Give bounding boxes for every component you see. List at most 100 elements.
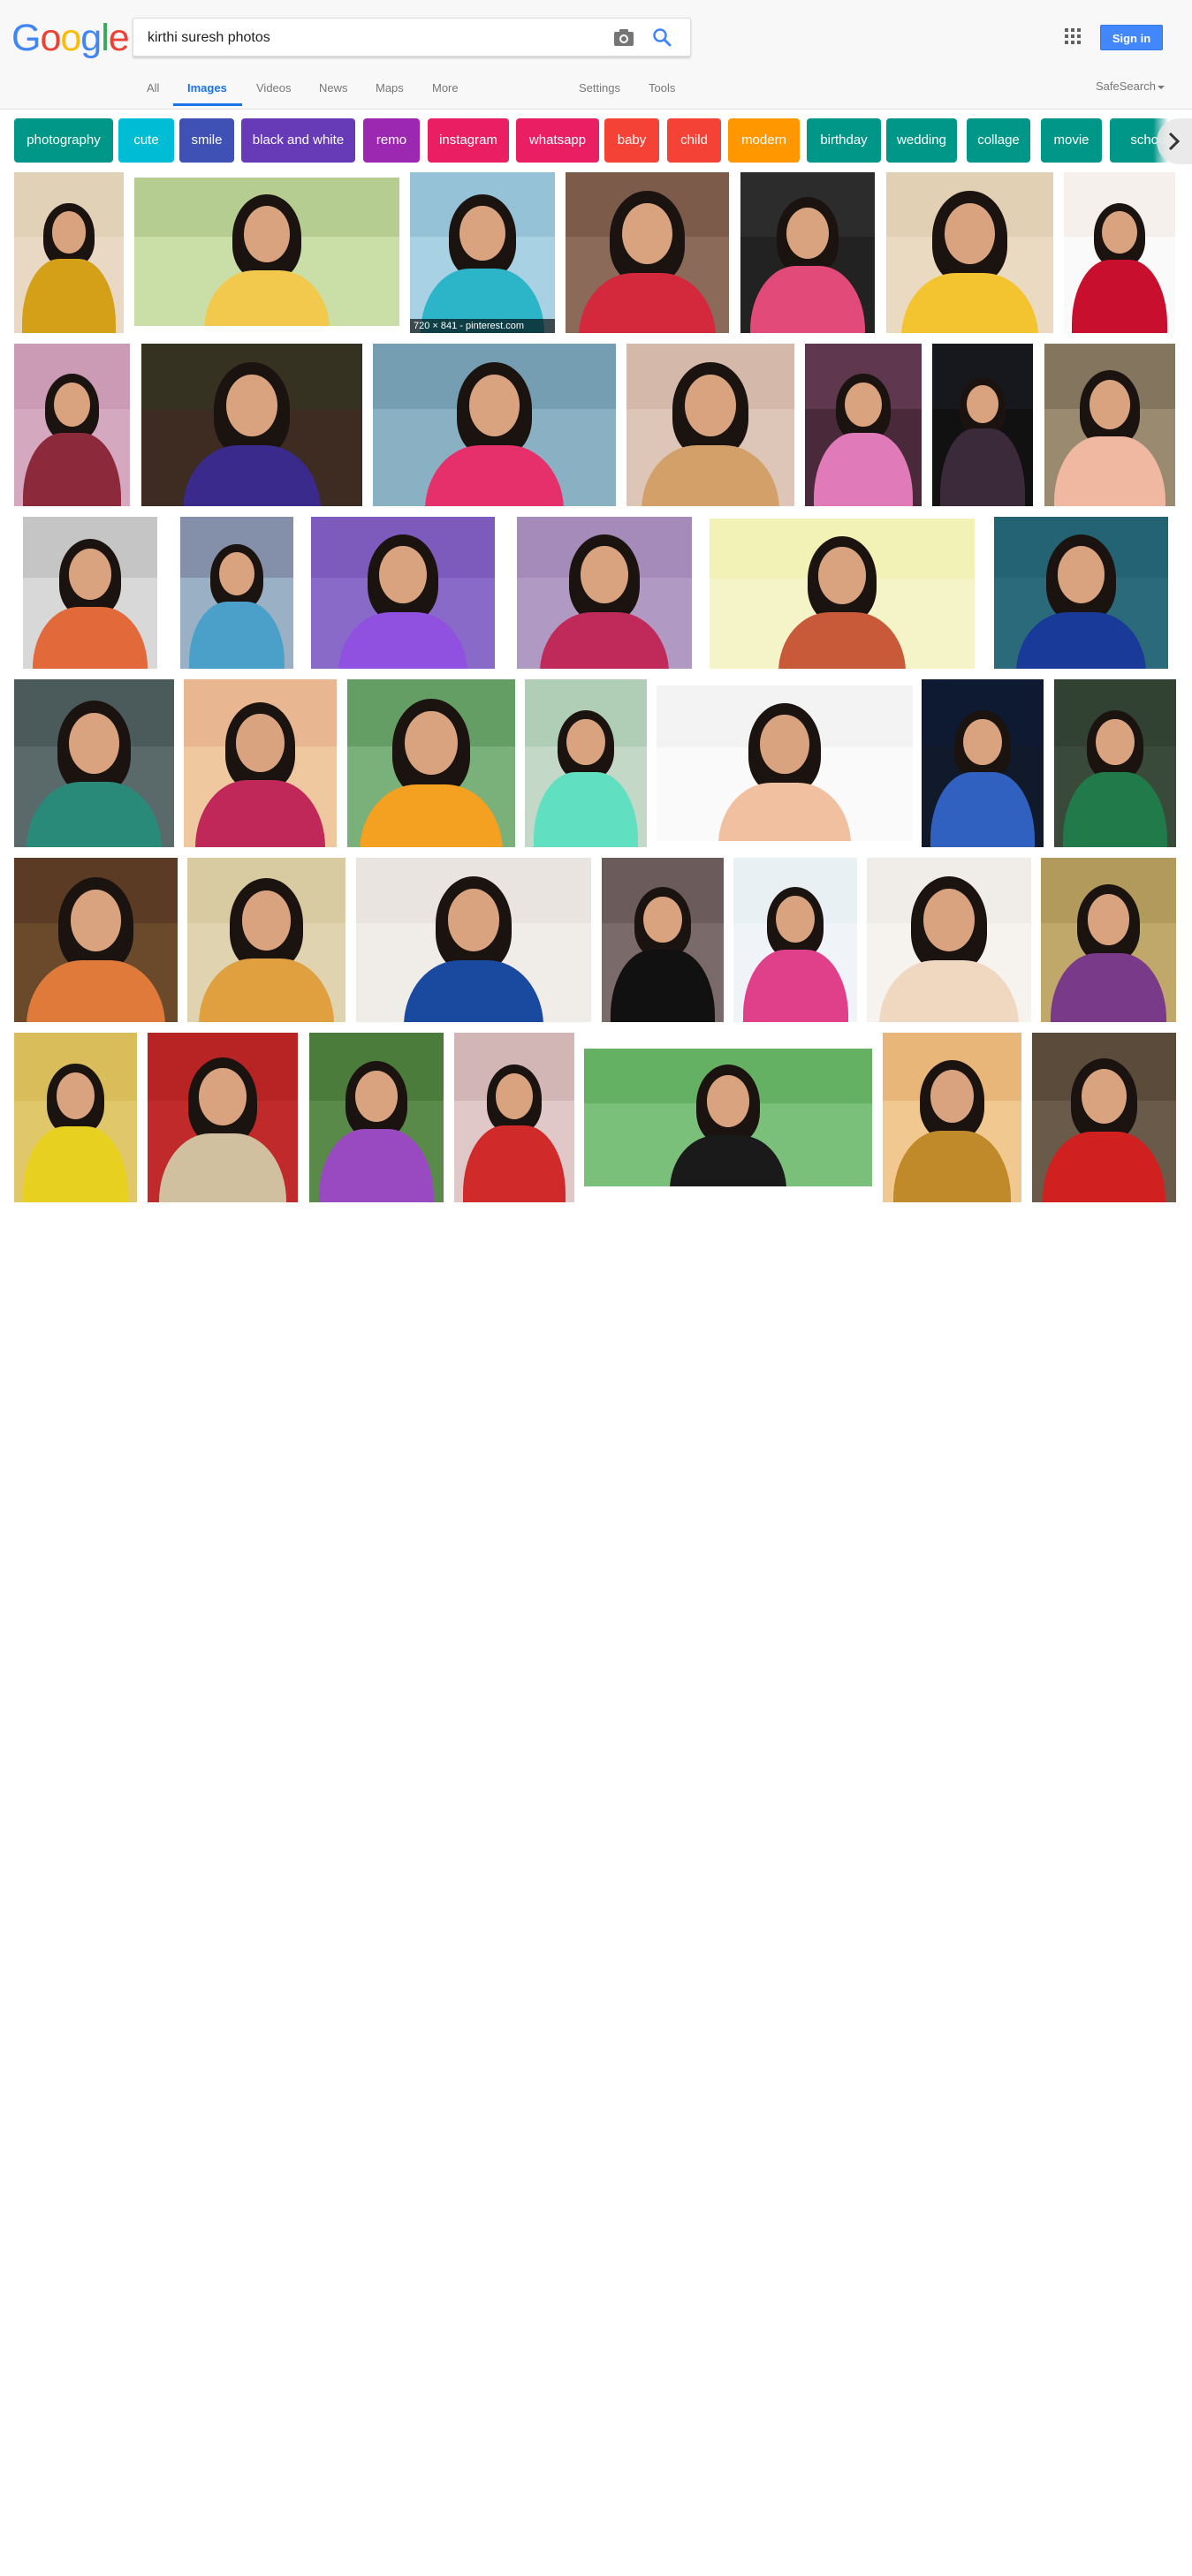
image-result[interactable] — [710, 519, 975, 669]
image-result[interactable] — [922, 679, 1044, 847]
portrait-face — [566, 718, 605, 766]
portrait-face — [199, 1068, 247, 1125]
portrait-outfit — [158, 1133, 287, 1202]
image-result[interactable] — [373, 344, 616, 506]
search-box — [133, 18, 691, 57]
portrait-face — [243, 205, 291, 262]
tab-news[interactable]: News — [319, 80, 348, 108]
image-size-caption: 720 × 841 - pinterest.com — [410, 319, 555, 333]
portrait-face — [581, 545, 628, 604]
image-result[interactable] — [14, 172, 124, 333]
portrait-outfit — [1043, 1132, 1165, 1202]
image-result[interactable] — [1032, 1033, 1176, 1202]
chip-child[interactable]: child — [667, 118, 721, 163]
image-result[interactable] — [517, 517, 692, 669]
camera-icon[interactable] — [613, 27, 634, 47]
image-result[interactable] — [454, 1033, 574, 1202]
portrait-face — [1096, 718, 1135, 766]
image-result[interactable] — [311, 517, 495, 669]
chip-black-and-white[interactable]: black and white — [241, 118, 355, 163]
image-result[interactable] — [141, 344, 362, 506]
chip-wedding[interactable]: wedding — [886, 118, 957, 163]
image-result[interactable] — [14, 679, 174, 847]
search-icon[interactable] — [651, 27, 672, 48]
chip-modern[interactable]: modern — [728, 118, 800, 163]
image-result[interactable] — [994, 517, 1168, 669]
image-result[interactable] — [566, 172, 729, 333]
chip-photography[interactable]: photography — [14, 118, 113, 163]
portrait-outfit — [26, 960, 166, 1022]
image-result[interactable]: 720 × 841 - pinterest.com — [410, 172, 555, 333]
image-result[interactable] — [584, 1049, 872, 1186]
image-result[interactable] — [180, 517, 293, 669]
image-result[interactable] — [805, 344, 922, 506]
chip-movie[interactable]: movie — [1041, 118, 1102, 163]
portrait-outfit — [26, 782, 163, 847]
portrait-outfit — [718, 783, 851, 841]
portrait-outfit — [534, 771, 638, 847]
chip-cute[interactable]: cute — [118, 118, 174, 163]
tab-maps[interactable]: Maps — [376, 80, 404, 108]
chips-next-button[interactable] — [1157, 118, 1192, 164]
image-result[interactable] — [740, 172, 875, 333]
portrait-face — [405, 711, 458, 776]
image-result[interactable] — [932, 344, 1033, 506]
portrait-outfit — [939, 428, 1026, 506]
image-result[interactable] — [1044, 344, 1175, 506]
apps-grid-icon[interactable] — [1065, 28, 1081, 44]
image-result[interactable] — [184, 679, 337, 847]
image-result[interactable] — [134, 178, 399, 326]
image-result[interactable] — [14, 1033, 137, 1202]
tab-more[interactable]: More — [432, 80, 459, 108]
chip-smile[interactable]: smile — [179, 118, 234, 163]
image-result[interactable] — [525, 679, 647, 847]
tab-videos[interactable]: Videos — [256, 80, 292, 108]
portrait-face — [495, 1073, 534, 1119]
search-input[interactable] — [146, 19, 609, 57]
chip-birthday[interactable]: birthday — [807, 118, 881, 163]
image-result[interactable] — [657, 686, 913, 841]
tab-settings[interactable]: Settings — [579, 80, 620, 108]
chip-collage[interactable]: collage — [967, 118, 1030, 163]
portrait-outfit — [901, 272, 1038, 333]
chip-instagram[interactable]: instagram — [428, 118, 509, 163]
image-result[interactable] — [187, 858, 345, 1022]
portrait-face — [241, 890, 292, 951]
safesearch-dropdown[interactable]: SafeSearch — [1096, 80, 1165, 93]
image-result[interactable] — [886, 172, 1053, 333]
image-result[interactable] — [1064, 172, 1175, 333]
google-logo[interactable]: Google — [11, 17, 130, 59]
image-result[interactable] — [347, 679, 515, 847]
image-result[interactable] — [1054, 679, 1176, 847]
image-result[interactable] — [14, 344, 130, 506]
portrait-face — [468, 374, 520, 437]
image-result[interactable] — [309, 1033, 444, 1202]
image-result[interactable] — [356, 858, 591, 1022]
portrait-face — [218, 552, 254, 595]
tab-tools[interactable]: Tools — [649, 80, 675, 108]
image-result[interactable] — [602, 858, 724, 1022]
portrait-outfit — [813, 433, 914, 506]
image-result[interactable] — [733, 858, 857, 1022]
portrait-outfit — [641, 445, 780, 506]
image-result[interactable] — [14, 858, 178, 1022]
portrait-face — [706, 1074, 750, 1128]
portrait-outfit — [425, 445, 564, 506]
tab-all[interactable]: All — [147, 80, 159, 108]
chip-remo[interactable]: remo — [363, 118, 420, 163]
image-result[interactable] — [883, 1033, 1021, 1202]
image-result[interactable] — [148, 1033, 298, 1202]
chip-whatsapp[interactable]: whatsapp — [516, 118, 599, 163]
portrait-outfit — [750, 265, 865, 333]
chip-baby[interactable]: baby — [604, 118, 659, 163]
portrait-face — [355, 1071, 398, 1123]
sign-in-button[interactable]: Sign in — [1100, 25, 1163, 50]
logo-letter: l — [101, 17, 110, 59]
image-result[interactable] — [23, 517, 157, 669]
image-result[interactable] — [867, 858, 1031, 1022]
image-result[interactable] — [626, 344, 794, 506]
header-bar: Google Sign in All Images Videos News Ma… — [0, 0, 1192, 110]
portrait-face — [643, 896, 682, 943]
image-result[interactable] — [1041, 858, 1176, 1022]
portrait-outfit — [669, 1134, 787, 1186]
